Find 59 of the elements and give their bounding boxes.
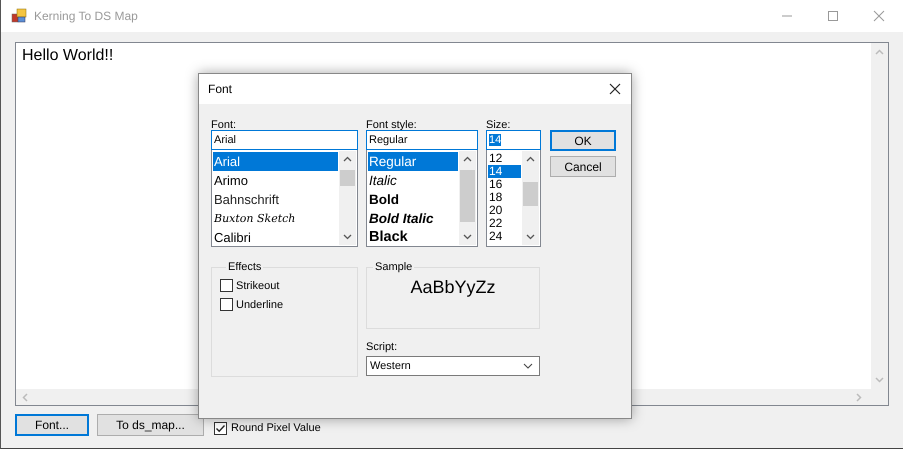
list-item[interactable]: Arial: [213, 152, 338, 171]
push-button[interactable]: Cancel: [550, 156, 616, 177]
field-label: Font style:: [366, 120, 418, 130]
list-scrollbar[interactable]: [339, 151, 356, 245]
list-item[interactable]: 16: [488, 178, 521, 191]
push-button[interactable]: Font...: [15, 414, 89, 436]
list-item[interactable]: Bold: [368, 190, 458, 209]
scroll-down-icon[interactable]: [463, 234, 472, 240]
list-item[interactable]: Calibri: [213, 228, 338, 246]
list-scrollbar[interactable]: [522, 151, 539, 245]
push-button[interactable]: OK: [550, 130, 616, 151]
list-item[interactable]: Italic: [368, 171, 458, 190]
list-scrollbar[interactable]: [459, 151, 476, 245]
list-item[interactable]: Arimo: [213, 171, 338, 190]
checkbox[interactable]: [214, 422, 227, 434]
group-title: Sample: [374, 261, 414, 273]
scroll-up-icon[interactable]: [526, 156, 535, 162]
scroll-thumb[interactable]: [460, 170, 475, 222]
scroll-down-icon[interactable]: [526, 234, 535, 240]
list-item[interactable]: Bold Italic: [368, 209, 458, 228]
checkbox-label: Strikeout: [236, 280, 280, 292]
list-item[interactable]: 18: [488, 191, 521, 204]
maximize-icon[interactable]: [827, 10, 839, 22]
group-title: Effects: [227, 261, 262, 273]
scroll-up-icon[interactable]: [343, 156, 352, 162]
scroll-right-icon[interactable]: [856, 392, 862, 402]
list-item[interactable]: Bahnschrift: [213, 190, 338, 209]
list-item[interactable]: Buxton Sketch: [213, 209, 338, 228]
window-title: Kerning To DS Map: [34, 9, 138, 23]
style-input-field[interactable]: Regular: [366, 130, 478, 150]
checkbox-label: Round Pixel Value: [231, 422, 321, 434]
close-icon[interactable]: [609, 83, 621, 95]
scroll-down-icon[interactable]: [343, 234, 352, 240]
list-item[interactable]: 22: [488, 217, 521, 230]
editor-text: Hello World!!: [21, 46, 114, 66]
sample-text: AaBbYyZz: [410, 277, 496, 298]
size-input-field[interactable]: 14: [486, 130, 541, 150]
font-input-field[interactable]: Arial: [211, 130, 358, 150]
list-item[interactable]: Regular: [368, 152, 458, 171]
list-item[interactable]: 20: [488, 204, 521, 217]
list-item[interactable]: 14: [488, 165, 521, 178]
field-label: Script:: [366, 342, 398, 354]
scroll-up-icon[interactable]: [463, 156, 472, 162]
field-label: Font:: [211, 120, 238, 130]
list-item[interactable]: 24: [488, 230, 521, 243]
scroll-left-icon[interactable]: [22, 392, 28, 402]
checkbox[interactable]: [220, 298, 233, 311]
scroll-thumb[interactable]: [340, 170, 355, 186]
checkbox-label: Underline: [236, 298, 284, 310]
app-icon: [11, 8, 27, 24]
scroll-thumb[interactable]: [523, 182, 538, 206]
script-dropdown[interactable]: Western: [366, 356, 540, 376]
dialog-title: Font: [208, 82, 232, 96]
push-button[interactable]: To ds_map...: [97, 414, 204, 436]
list-item[interactable]: Black: [368, 228, 458, 246]
checkbox[interactable]: [220, 279, 233, 292]
list-item[interactable]: 12: [488, 152, 521, 165]
chevron-down-icon: [523, 363, 533, 369]
field-label: Size:: [486, 120, 512, 130]
